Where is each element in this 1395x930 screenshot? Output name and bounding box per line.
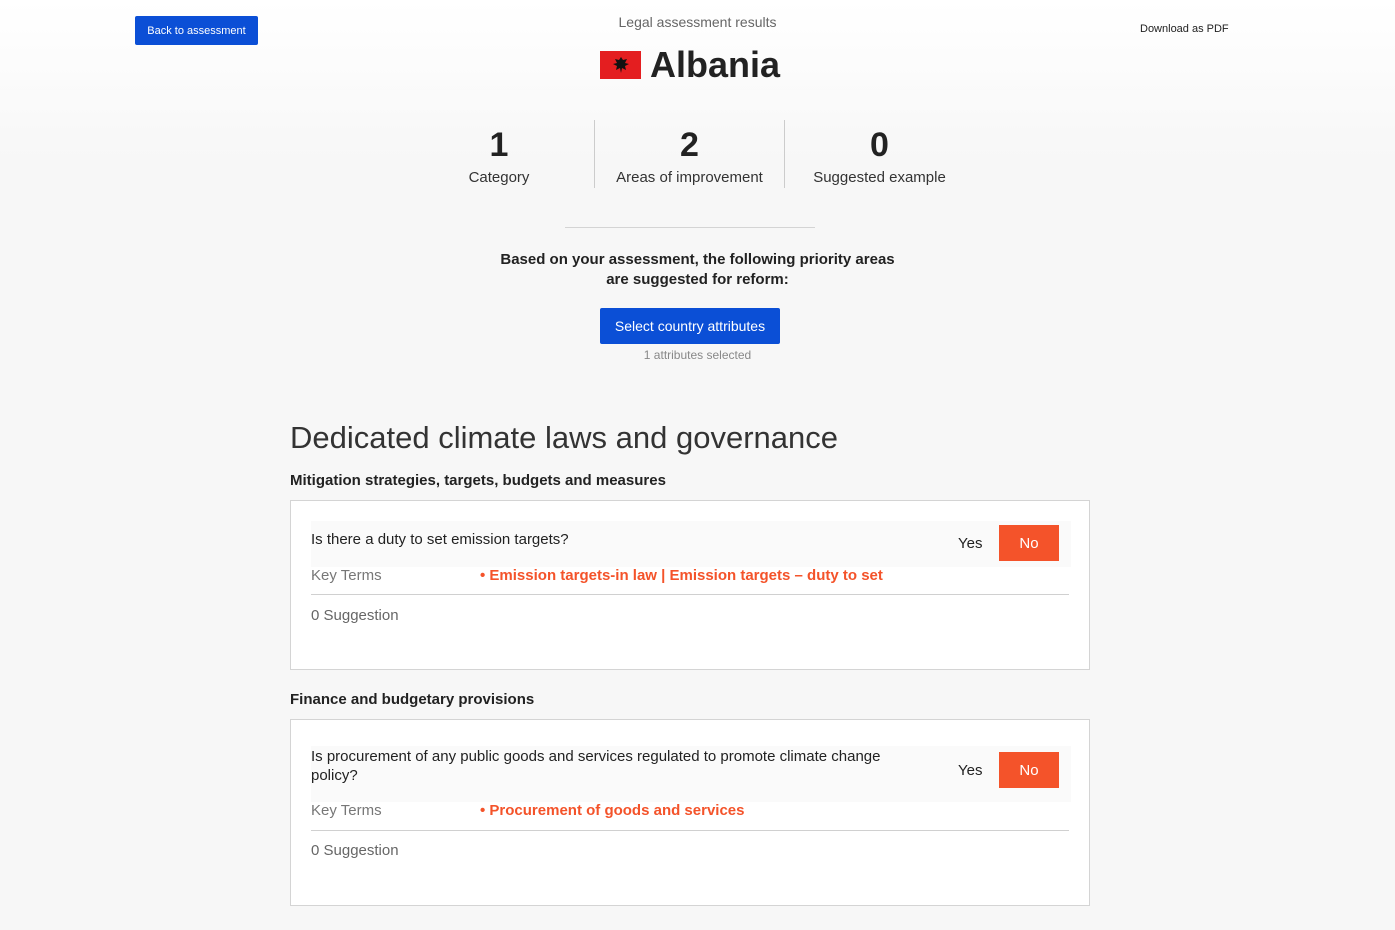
card-divider: [311, 830, 1069, 831]
question-row: Is procurement of any public goods and s…: [311, 746, 1071, 802]
stat-label: Suggested example: [813, 169, 946, 186]
key-terms-value: • Procurement of goods and services: [480, 802, 745, 819]
stat-value: 2: [680, 126, 699, 164]
albania-flag-icon: [600, 51, 641, 79]
section-title: Dedicated climate laws and governance: [290, 420, 838, 455]
suggestion-count: 0 Suggestion: [311, 607, 399, 624]
no-button[interactable]: No: [999, 525, 1059, 561]
question-row: Is there a duty to set emission targets?…: [311, 521, 1071, 567]
page: Back to assessment Legal assessment resu…: [0, 0, 1395, 930]
priority-text: Based on your assessment, the following …: [0, 250, 1395, 290]
stat-label: Areas of improvement: [616, 169, 763, 186]
stats-bar: 1 Category 2 Areas of improvement 0 Sugg…: [404, 120, 974, 188]
subsection-title: Finance and budgetary provisions: [290, 691, 535, 708]
suggestion-count: 0 Suggestion: [311, 842, 399, 859]
key-terms-label: Key Terms: [311, 802, 382, 819]
subsection-title: Mitigation strategies, targets, budgets …: [290, 472, 666, 489]
yes-option[interactable]: Yes: [958, 762, 982, 779]
question-card: Is there a duty to set emission targets?…: [290, 500, 1090, 670]
key-terms-value: • Emission targets-in law | Emission tar…: [480, 567, 883, 584]
stat-category: 1 Category: [404, 120, 594, 188]
stat-value: 1: [489, 126, 509, 164]
priority-line-2: are suggested for reform:: [606, 271, 789, 288]
stat-suggested-example: 0 Suggested example: [784, 120, 974, 188]
download-pdf-link[interactable]: Download as PDF: [1140, 23, 1229, 35]
stat-areas-of-improvement: 2 Areas of improvement: [594, 120, 784, 188]
country-heading: Albania: [600, 44, 780, 86]
question-text: Is there a duty to set emission targets?: [311, 531, 569, 548]
question-card: Is procurement of any public goods and s…: [290, 719, 1090, 906]
select-country-attributes-button[interactable]: Select country attributes: [600, 308, 780, 344]
card-divider: [311, 594, 1069, 595]
attributes-count: 1 attributes selected: [643, 348, 752, 362]
stat-value: 0: [870, 126, 889, 164]
yes-option[interactable]: Yes: [958, 535, 982, 552]
key-terms-label: Key Terms: [311, 567, 382, 584]
country-name: Albania: [650, 44, 781, 85]
priority-line-1: Based on your assessment, the following …: [500, 251, 895, 268]
stat-label: Category: [468, 169, 530, 186]
divider: [565, 227, 815, 228]
no-button[interactable]: No: [999, 752, 1059, 788]
question-text: Is procurement of any public goods and s…: [311, 748, 881, 784]
